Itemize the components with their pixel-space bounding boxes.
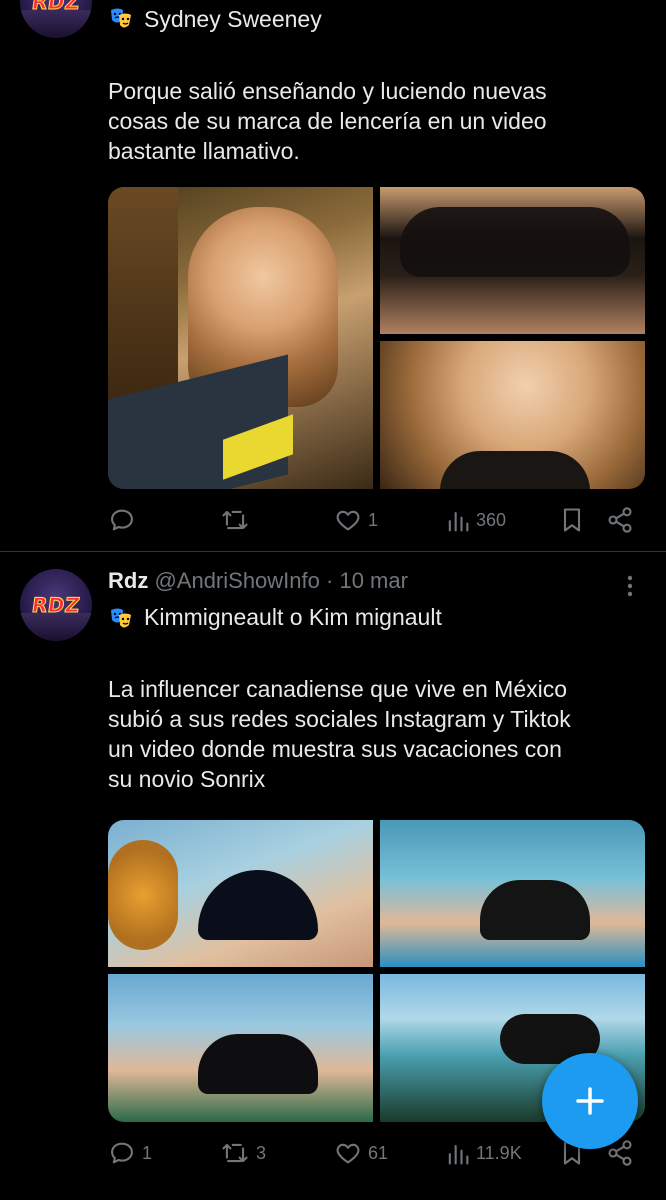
bookmark-button[interactable] [560, 506, 584, 534]
tweet-tag-line: Sydney Sweeney [144, 6, 322, 32]
reply-icon [111, 1142, 133, 1164]
plus-icon [576, 1087, 604, 1115]
avatar-logo-text: RDZ [30, 0, 82, 15]
tweet-body-line: su novio Sonrix [108, 766, 266, 792]
avatar-logo-text: RDZ [30, 593, 82, 618]
reply-button[interactable]: 1 [108, 1139, 152, 1167]
share-button[interactable] [606, 506, 634, 534]
retweet-button[interactable] [220, 506, 256, 534]
bookmark-icon [563, 508, 581, 532]
like-count: 61 [368, 1142, 389, 1163]
tweet-body-line: La influencer canadiense que vive en Méx… [108, 676, 568, 702]
tweet-media-image[interactable] [380, 341, 645, 489]
retweet-icon [222, 510, 248, 530]
tweet-media-image[interactable] [380, 820, 645, 967]
reply-count: 1 [142, 1142, 153, 1163]
views-button[interactable]: 360 [446, 506, 506, 534]
more-icon [627, 575, 633, 597]
tweet-media-image[interactable] [108, 974, 373, 1122]
theater-mask-icon [108, 6, 134, 32]
tweet-body-line: Porque salió enseñando y luciendo nuevas [108, 78, 547, 104]
author-name[interactable]: Rdz [108, 568, 148, 593]
views-count: 360 [476, 509, 507, 530]
views-icon [448, 1144, 469, 1165]
avatar-skyline [20, 10, 92, 38]
tweet-media-image[interactable] [108, 820, 373, 967]
tweet-body-line: cosas de su marca de lencería en un vide… [108, 108, 547, 134]
tweet-body-line: subió a sus redes sociales Instagram y T… [108, 706, 571, 732]
theater-mask-icon [108, 606, 134, 632]
compose-button[interactable] [542, 1053, 638, 1149]
author-handle[interactable]: @AndriShowInfo [154, 568, 319, 593]
tweet-tag-line: Kimmigneault o Kim mignault [144, 604, 442, 630]
tweet-body: La influencer canadiense que vive en Méx… [108, 674, 571, 794]
share-icon [608, 507, 632, 533]
retweet-button[interactable]: 3 [220, 1139, 266, 1167]
views-icon [448, 511, 469, 532]
avatar-skyline [20, 613, 92, 641]
tweet-body: Porque salió enseñando y luciendo nuevas… [108, 76, 547, 166]
tweet-media-image[interactable] [108, 187, 373, 489]
tweet-body-line: bastante llamativo. [108, 138, 300, 164]
tweet-header: Rdz @AndriShowInfo · 10 mar [108, 568, 408, 594]
reply-button[interactable] [108, 506, 142, 534]
like-count: 1 [368, 509, 379, 530]
retweet-count: 3 [256, 1142, 267, 1163]
tweet-date[interactable]: 10 mar [339, 568, 407, 593]
tweet-divider [0, 551, 666, 552]
like-icon [336, 1143, 360, 1164]
like-button[interactable]: 1 [334, 506, 378, 534]
like-icon [336, 510, 360, 531]
avatar[interactable]: RDZ [20, 0, 92, 38]
avatar[interactable]: RDZ [20, 569, 92, 641]
like-button[interactable]: 61 [334, 1139, 388, 1167]
views-button[interactable]: 11.9K [446, 1139, 522, 1167]
header-separator: · [326, 568, 334, 593]
retweet-icon [222, 1143, 248, 1163]
reply-icon [111, 509, 133, 531]
more-options-button[interactable] [620, 572, 640, 600]
tweet-media-image[interactable] [380, 187, 645, 334]
views-count: 11.9K [476, 1142, 522, 1163]
tweet-body-line: un video donde muestra sus vacaciones co… [108, 736, 562, 762]
